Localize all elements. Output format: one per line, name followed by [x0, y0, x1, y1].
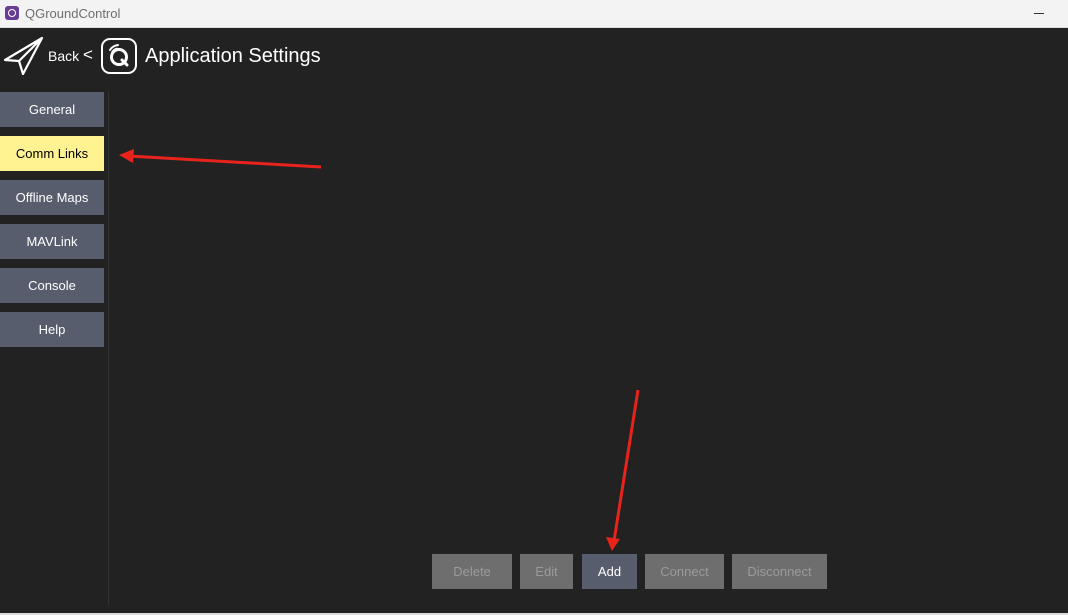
- annotation-arrow-add: [606, 389, 640, 551]
- add-button[interactable]: Add: [582, 554, 637, 589]
- settings-sidebar: General Comm Links Offline Maps MAVLink …: [0, 92, 104, 356]
- sidebar-item-mavlink[interactable]: MAVLink: [0, 224, 104, 259]
- sidebar-item-comm-links[interactable]: Comm Links: [0, 136, 104, 171]
- window-title: QGroundControl: [25, 6, 121, 21]
- page-title: Application Settings: [145, 45, 321, 67]
- minimize-button[interactable]: [1022, 0, 1058, 28]
- qgc-logo-icon: [101, 38, 137, 74]
- annotation-overlay: [119, 149, 640, 551]
- disconnect-button[interactable]: Disconnect: [732, 554, 827, 589]
- annotation-arrow-comm-links: [119, 149, 322, 169]
- page-header: Back < Application Settings: [0, 29, 1068, 85]
- paper-plane-back-icon[interactable]: [2, 36, 44, 76]
- connect-button[interactable]: Connect: [645, 554, 724, 589]
- sidebar-item-general[interactable]: General: [0, 92, 104, 127]
- sidebar-divider: [108, 92, 109, 605]
- back-button[interactable]: Back: [48, 48, 79, 64]
- breadcrumb-separator: <: [83, 45, 93, 64]
- qgroundcontrol-app-icon: [5, 6, 19, 20]
- delete-button[interactable]: Delete: [432, 554, 512, 589]
- sidebar-item-console[interactable]: Console: [0, 268, 104, 303]
- window-titlebar: QGroundControl: [0, 0, 1068, 28]
- sidebar-item-help[interactable]: Help: [0, 312, 104, 347]
- edit-button[interactable]: Edit: [520, 554, 573, 589]
- sidebar-item-offline-maps[interactable]: Offline Maps: [0, 180, 104, 215]
